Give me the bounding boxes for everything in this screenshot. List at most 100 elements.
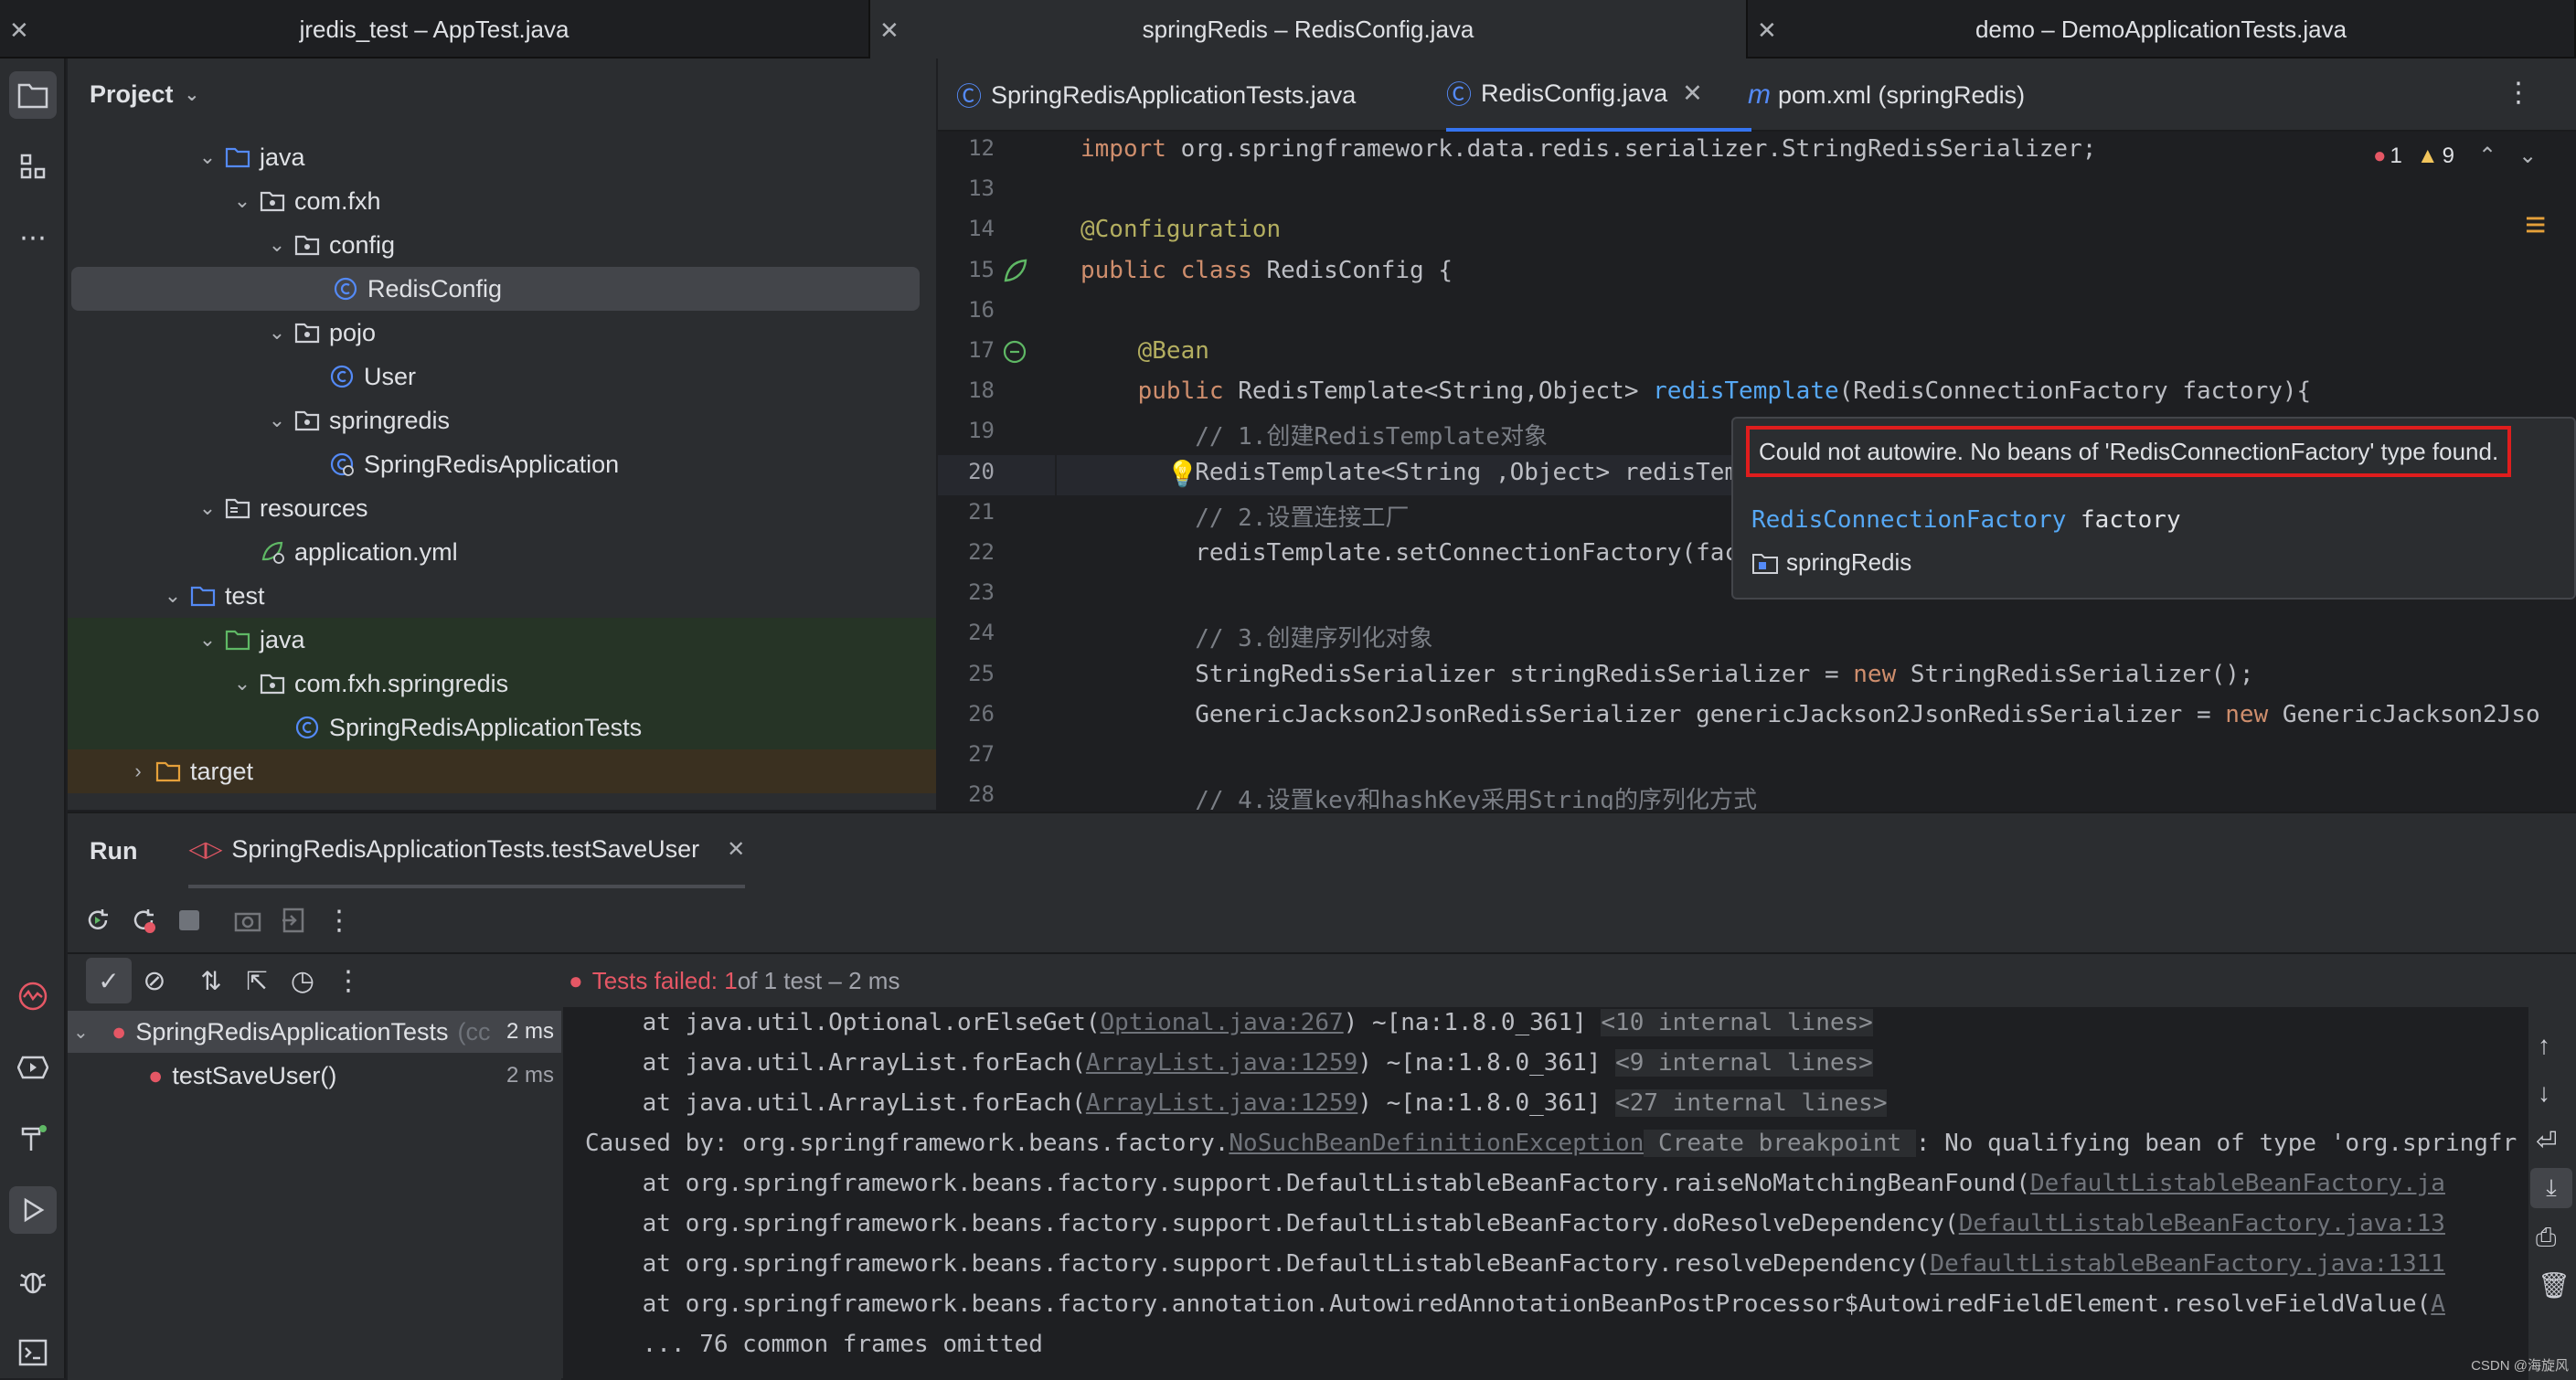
res-folder-icon bbox=[221, 494, 254, 522]
chevron-right-icon[interactable]: › bbox=[124, 759, 152, 783]
chevron-down-icon[interactable]: ⌄ bbox=[159, 584, 186, 608]
chevron-up-icon[interactable]: ⌃ bbox=[2478, 143, 2496, 169]
editor-tab-tests[interactable]: Ⓒ SpringRedisApplicationTests.java bbox=[956, 58, 1356, 132]
more-options-icon[interactable]: ⋮ bbox=[316, 897, 362, 943]
window-tab-springredis[interactable]: ✕ springRedis – RedisConfig.java bbox=[870, 0, 1748, 58]
close-icon[interactable]: ✕ bbox=[727, 836, 745, 863]
window-tab-jredis[interactable]: ✕ jredis_test – AppTest.java bbox=[0, 0, 870, 58]
console-output[interactable]: at java.util.Optional.orElseGet(Optional… bbox=[563, 1007, 2528, 1380]
arrow-down-icon[interactable]: ↓ bbox=[2538, 1078, 2550, 1108]
chevron-down-icon[interactable]: ⌄ bbox=[263, 233, 291, 257]
console-line: ... 76 common frames omitted bbox=[585, 1331, 1043, 1358]
chevron-down-icon[interactable]: ⌄ bbox=[194, 145, 221, 169]
rerun-failed-icon[interactable] bbox=[121, 897, 166, 943]
sort-icon[interactable]: ⇅ bbox=[188, 958, 234, 1003]
chevron-down-icon[interactable]: ⌄ bbox=[263, 409, 291, 432]
todo-marker-icon[interactable]: ≡ bbox=[2525, 205, 2546, 246]
camera-icon[interactable] bbox=[225, 897, 271, 943]
tree-item-java[interactable]: ⌄java bbox=[68, 135, 936, 179]
debug-icon[interactable] bbox=[9, 1258, 57, 1305]
close-icon[interactable]: ✕ bbox=[9, 16, 29, 45]
show-ignored-icon[interactable]: ⊘ bbox=[132, 958, 177, 1003]
code-line: // 2.设置连接工厂 bbox=[1080, 499, 1410, 533]
tree-item-target[interactable]: ›target bbox=[68, 749, 936, 793]
chevron-down-icon[interactable]: ⌄ bbox=[194, 496, 221, 520]
test-row-method[interactable]: ● testSaveUser() 2 ms bbox=[68, 1055, 561, 1097]
tree-item-com-fxh[interactable]: ⌄com.fxh bbox=[68, 179, 936, 223]
structure-icon[interactable] bbox=[9, 143, 57, 190]
line-number: 18 bbox=[938, 377, 995, 403]
soft-wrap-icon[interactable]: ⏎ bbox=[2536, 1126, 2557, 1156]
tree-item-resources[interactable]: ⌄resources bbox=[68, 486, 936, 530]
line-number: 22 bbox=[938, 539, 995, 565]
target-folder-icon bbox=[152, 758, 185, 785]
window-tab-demo[interactable]: ✕ demo – DemoApplicationTests.java bbox=[1748, 0, 2576, 58]
line-number: 15 bbox=[938, 257, 995, 282]
tree-item-springredis[interactable]: ⌄ springredis bbox=[68, 398, 936, 442]
scroll-to-end-icon[interactable]: ⤓ bbox=[2530, 1168, 2572, 1208]
exit-icon[interactable] bbox=[271, 897, 316, 943]
run-toolbar: ⋮ bbox=[68, 888, 2576, 952]
editor-tab-pom[interactable]: m pom.xml (springRedis) bbox=[1748, 58, 2025, 132]
window-tab-label: demo – DemoApplicationTests.java bbox=[1975, 16, 2347, 44]
tree-item-application-yml[interactable]: application.yml bbox=[68, 530, 936, 574]
build-icon[interactable] bbox=[9, 1115, 57, 1162]
show-passed-icon[interactable]: ✓ bbox=[86, 958, 132, 1003]
bean-method-icon[interactable] bbox=[1002, 339, 1031, 368]
close-icon[interactable]: ✕ bbox=[879, 16, 899, 45]
console-line: Caused by: org.springframework.beans.fac… bbox=[585, 1130, 2517, 1157]
run-icon[interactable] bbox=[9, 1186, 57, 1234]
tree-item-com-fxh-springredis[interactable]: ⌄ com.fxh.springredis bbox=[68, 662, 936, 706]
history-icon[interactable]: ◷ bbox=[280, 958, 325, 1003]
print-icon[interactable]: ⎙ bbox=[2536, 1223, 2556, 1253]
collapse-icon[interactable]: ⇱ bbox=[234, 958, 280, 1003]
console-line: at java.util.ArrayList.forEach(ArrayList… bbox=[585, 1089, 1887, 1117]
chevron-down-icon[interactable]: ⌄ bbox=[185, 83, 200, 106]
close-icon[interactable]: ✕ bbox=[1682, 80, 1703, 108]
chevron-down-icon[interactable]: ⌄ bbox=[194, 628, 221, 652]
more-options-icon[interactable]: ⋮ bbox=[2505, 77, 2532, 109]
tree-item-springredisapplication[interactable]: SpringRedisApplication bbox=[68, 442, 936, 486]
more-options-icon[interactable]: ⋮ bbox=[325, 958, 371, 1003]
line-number: 25 bbox=[938, 661, 995, 686]
chevron-down-icon[interactable]: ⌄ bbox=[229, 189, 256, 213]
popup-type[interactable]: RedisConnectionFactory bbox=[1751, 506, 2066, 534]
project-folder-icon[interactable] bbox=[9, 71, 57, 119]
tree-item-redisconfig[interactable]: RedisConfig bbox=[71, 267, 920, 311]
run-config-tab[interactable]: ◁▷ SpringRedisApplicationTests.testSaveU… bbox=[188, 813, 745, 888]
tree-item-config[interactable]: ⌄config bbox=[68, 223, 936, 267]
class-icon: Ⓒ bbox=[1446, 75, 1472, 111]
tree-item-label: com.fxh.springredis bbox=[294, 670, 508, 698]
chevron-down-icon[interactable]: ⌄ bbox=[2518, 143, 2537, 169]
rerun-icon[interactable] bbox=[75, 897, 121, 943]
chevron-down-icon[interactable]: ⌄ bbox=[263, 321, 291, 345]
editor-tab-redisconfig[interactable]: Ⓒ RedisConfig.java ✕ bbox=[1446, 58, 1751, 132]
stop-icon[interactable] bbox=[166, 897, 212, 943]
tree-item-label: SpringRedisApplicationTests bbox=[329, 714, 642, 742]
profiler-icon[interactable] bbox=[9, 972, 57, 1020]
tree-item-user[interactable]: User bbox=[68, 355, 936, 398]
tree-item-springredisapplicationtests[interactable]: SpringRedisApplicationTests bbox=[68, 706, 936, 749]
terminal-icon[interactable] bbox=[9, 1329, 57, 1376]
tree-item-label: SpringRedisApplication bbox=[364, 451, 619, 479]
spring-bean-icon[interactable] bbox=[1002, 257, 1031, 286]
class-icon bbox=[291, 714, 324, 741]
more-tools-icon[interactable]: ⋯ bbox=[9, 214, 57, 261]
tree-item-label: springredis bbox=[329, 407, 450, 435]
trash-icon[interactable]: 🗑 bbox=[2538, 1270, 2571, 1300]
test-row-class[interactable]: ⌄ ● SpringRedisApplicationTests (cc 2 ms bbox=[68, 1011, 561, 1053]
tree-item-java[interactable]: ⌄java bbox=[68, 618, 936, 662]
services-icon[interactable] bbox=[9, 1044, 57, 1091]
project-header[interactable]: Project ⌄ bbox=[68, 58, 936, 130]
folder-icon bbox=[186, 582, 219, 610]
arrow-up-icon[interactable]: ↑ bbox=[2538, 1031, 2550, 1060]
lightbulb-icon[interactable]: 💡 bbox=[1166, 459, 1198, 489]
close-icon[interactable]: ✕ bbox=[1757, 16, 1777, 45]
tree-item-test[interactable]: ⌄test bbox=[68, 574, 936, 618]
chevron-down-icon[interactable]: ⌄ bbox=[73, 1021, 97, 1044]
tree-item-pojo[interactable]: ⌄pojo bbox=[68, 311, 936, 355]
inspection-widget[interactable]: ● 1 ▲ 9 ⌃ ⌄ bbox=[2373, 143, 2537, 169]
status-rest: of 1 test – 2 ms bbox=[738, 967, 900, 995]
chevron-down-icon[interactable]: ⌄ bbox=[229, 672, 256, 695]
package-icon bbox=[256, 187, 289, 215]
